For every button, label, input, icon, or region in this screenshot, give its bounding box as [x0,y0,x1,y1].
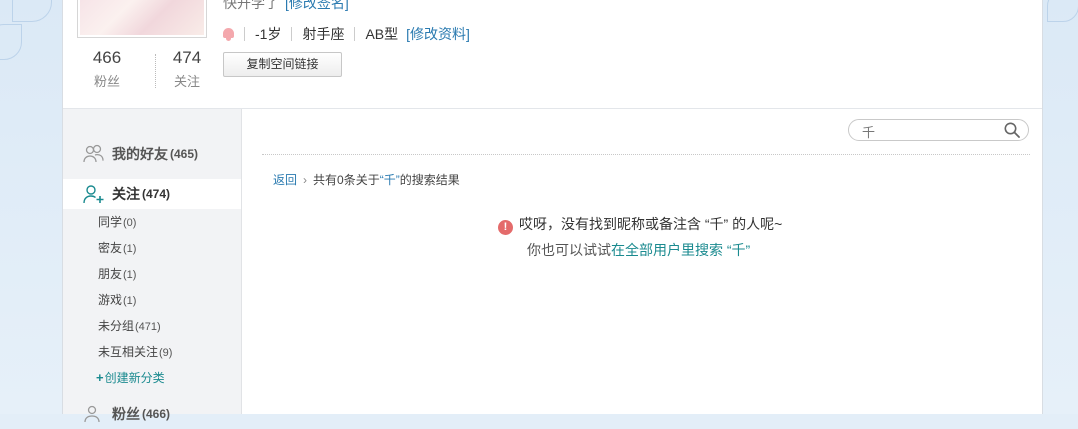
back-link[interactable]: 返回 [273,171,297,188]
main-content: 千 返回 › 共有0条关于 “千” 的搜索结果 ! 哎呀，没有找到昵称或备注含 “… [242,109,1042,414]
subgroup-label: 同学 [98,215,123,229]
age: -1岁 [255,26,282,42]
follow-label: 关注 [173,74,200,89]
subgroup-games[interactable]: 游戏(1) [98,291,136,309]
sidebar-item-fans[interactable]: 粉丝 (466) [63,399,241,429]
copy-space-link-button[interactable]: 复制空间链接 [223,52,342,77]
blood-type: AB型 [365,26,399,42]
decor-leaf [1047,0,1078,22]
signature-text: 快开学了 [223,0,279,11]
sidebar-item-count: (465) [170,147,199,161]
sidebar-item-label: 关注 [112,186,140,202]
subgroup-classmates[interactable]: 同学(0) [98,213,136,231]
subgroup-count: (9) [159,347,173,359]
sidebar-item-label: 我的好友 [112,146,168,162]
sidebar-item-follow[interactable]: 关注 (474) [63,179,241,209]
add-follow-icon [83,184,105,204]
chevron-right-icon: › [303,172,308,187]
profile-stats: 466 粉丝 474 关注 [77,48,207,94]
avatar-frame[interactable] [77,0,207,38]
subgroup-ungrouped[interactable]: 未分组(471) [98,317,161,335]
sidebar: 我的好友 (465) 关注 (474) 同学(0) 密友(1) 朋友(1) 游戏… [63,109,242,423]
fans-count: 466 [92,48,122,67]
subgroup-label: 游戏 [98,293,123,307]
empty-message-text: 哎呀，没有找到昵称或备注含 “千” 的人呢~ [519,216,783,232]
signature: 快开学了 [修改签名] [223,0,349,13]
result-count-text: 共有0条关于 [313,173,380,187]
empty-state-hint: 你也可以试试在全部用户里搜索 “千” [527,240,750,260]
subgroup-label: 朋友 [98,267,123,281]
stats-divider [155,54,156,88]
divider [262,154,1030,155]
search-icon[interactable] [1004,122,1020,138]
edit-signature-link[interactable]: [修改签名] [285,0,349,11]
search-all-users-link[interactable]: 在全部用户里搜索 “千” [611,242,750,258]
sidebar-item-friends[interactable]: 我的好友 (465) [63,139,241,169]
divider [291,27,293,41]
avatar[interactable] [80,0,204,35]
gender-icon [223,27,234,41]
subgroup-count: (1) [123,243,137,255]
warning-icon: ! [498,220,513,235]
fans-icon [83,404,105,424]
divider [354,27,356,41]
sidebar-item-count: (474) [142,187,171,201]
follow-stat[interactable]: 474 关注 [157,48,217,90]
friends-icon [83,144,105,164]
plus-icon: + [96,370,104,385]
decor-leaf [0,24,22,60]
subgroup-label: 未分组 [98,319,135,333]
create-category-link[interactable]: + 创建新分类 [96,369,165,387]
result-suffix-text: 的搜索结果 [399,173,460,187]
content-frame: 466 粉丝 474 关注 快开学了 [修改签名] -1岁 射手座 AB型 [修改… [62,0,1043,423]
subgroup-count: (1) [123,295,137,307]
create-category-label: 创建新分类 [104,371,165,385]
search-keyword: “千” [379,173,400,187]
fans-label: 粉丝 [93,74,120,89]
search-input[interactable]: 千 [862,122,875,141]
subgroup-label: 未互相关注 [98,345,159,359]
page-background-right [1041,0,1078,414]
search-box[interactable]: 千 [848,119,1029,141]
profile-info-row: -1岁 射手座 AB型 [修改资料] [223,24,470,44]
subgroup-not-mutual[interactable]: 未互相关注(9) [98,343,172,361]
subgroup-label: 密友 [98,241,123,255]
divider [244,27,245,41]
sidebar-item-label: 粉丝 [112,406,140,422]
empty-state-message: ! 哎呀，没有找到昵称或备注含 “千” 的人呢~ [498,214,782,235]
subgroup-count: (471) [135,321,161,333]
sidebar-item-count: (466) [142,407,171,421]
page-background-left [0,0,62,414]
fans-stat[interactable]: 466 粉丝 [77,48,137,90]
subgroup-close-friends[interactable]: 密友(1) [98,239,136,257]
subgroup-count: (0) [123,217,137,229]
edit-profile-link[interactable]: [修改资料] [406,24,470,44]
subgroup-count: (1) [123,269,137,281]
zodiac: 射手座 [302,26,345,42]
decor-leaf [12,0,52,22]
breadcrumb: 返回 › 共有0条关于 “千” 的搜索结果 [273,171,460,188]
profile-header: 466 粉丝 474 关注 快开学了 [修改签名] -1岁 射手座 AB型 [修改… [63,0,1042,109]
hint-text: 你也可以试试 [527,242,611,258]
follow-count: 474 [172,48,202,67]
subgroup-friends[interactable]: 朋友(1) [98,265,136,283]
